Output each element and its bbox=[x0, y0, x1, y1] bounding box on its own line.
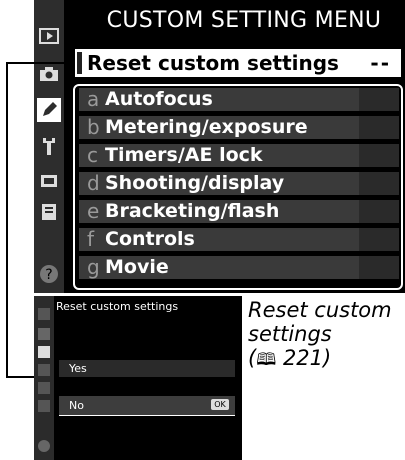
pencil-icon bbox=[38, 346, 50, 358]
help-icon[interactable]: ? bbox=[37, 262, 61, 286]
menu-item-letter: b bbox=[87, 115, 100, 139]
menu-item-metering-exposure[interactable]: b Metering/exposure bbox=[79, 116, 399, 139]
no-option[interactable]: No OK bbox=[59, 396, 235, 416]
reset-confirmation-thumbnail: Reset custom settings Yes No OK bbox=[34, 296, 242, 460]
menu-item-label: Bracketing/flash bbox=[105, 200, 280, 222]
menu-item-value-area bbox=[359, 228, 399, 251]
yes-option[interactable]: Yes bbox=[59, 360, 235, 377]
page-reference-number: 221 bbox=[282, 346, 324, 370]
menu-item-label: Controls bbox=[105, 228, 195, 250]
my-menu-icon[interactable] bbox=[37, 200, 61, 224]
thumbnail-sidebar bbox=[34, 296, 54, 460]
menu-sidebar: ? bbox=[34, 0, 64, 293]
retouch-icon bbox=[38, 382, 50, 394]
custom-settings-group: a Autofocus b Metering/exposure c Timers… bbox=[73, 84, 403, 290]
menu-item-value-area bbox=[359, 144, 399, 167]
ok-icon: OK bbox=[211, 399, 229, 410]
yes-label: Yes bbox=[69, 362, 87, 375]
connector-line bbox=[6, 376, 36, 378]
book-icon: 🕮 bbox=[256, 350, 277, 370]
menu-item-letter: d bbox=[87, 171, 100, 195]
menu-item-label: Metering/exposure bbox=[105, 116, 308, 138]
menu-item-label: Autofocus bbox=[105, 88, 213, 110]
caption: Reset custom settings (🕮 221) bbox=[248, 298, 398, 372]
playback-icon[interactable] bbox=[37, 24, 61, 48]
custom-setting-menu-screen: ? CUSTOM SETTING MENU Reset custom setti… bbox=[34, 0, 405, 293]
menu-item-letter: a bbox=[87, 87, 100, 111]
menu-item-letter: g bbox=[87, 255, 100, 279]
playback-icon bbox=[38, 308, 50, 320]
reset-custom-settings-label: Reset custom settings bbox=[87, 51, 339, 75]
menu-item-value-area bbox=[359, 256, 399, 279]
menu-title: CUSTOM SETTING MENU bbox=[106, 8, 382, 33]
connector-line bbox=[6, 62, 8, 378]
reset-custom-settings-row[interactable]: Reset custom settings -- bbox=[72, 46, 404, 80]
retouch-icon[interactable] bbox=[37, 168, 61, 192]
connector-line bbox=[6, 62, 72, 64]
caption-line: Reset custom bbox=[248, 298, 392, 322]
menu-item-value-area bbox=[359, 172, 399, 195]
svg-text:?: ? bbox=[45, 267, 52, 283]
menu-item-label: Movie bbox=[105, 256, 169, 278]
help-icon bbox=[38, 440, 50, 452]
reset-value: -- bbox=[370, 51, 391, 75]
menu-item-label: Shooting/display bbox=[105, 172, 285, 194]
menu-item-value-area bbox=[359, 88, 399, 111]
page-reference: (🕮 221) bbox=[248, 346, 332, 370]
menu-item-letter: f bbox=[87, 227, 95, 251]
selection-marker bbox=[77, 52, 82, 74]
caption-line: settings bbox=[248, 322, 332, 346]
my-menu-icon bbox=[38, 400, 50, 412]
menu-item-value-area bbox=[359, 116, 399, 139]
menu-item-controls[interactable]: f Controls bbox=[79, 228, 399, 251]
camera-icon[interactable] bbox=[37, 62, 61, 86]
menu-item-shooting-display[interactable]: d Shooting/display bbox=[79, 172, 399, 195]
menu-item-letter: e bbox=[87, 199, 100, 223]
pencil-icon[interactable] bbox=[37, 98, 61, 122]
camera-icon bbox=[38, 328, 50, 340]
no-label: No bbox=[69, 399, 84, 412]
wrench-icon bbox=[38, 364, 50, 376]
wrench-icon[interactable] bbox=[37, 134, 61, 158]
menu-item-timers-ae-lock[interactable]: c Timers/AE lock bbox=[79, 144, 399, 167]
menu-item-autofocus[interactable]: a Autofocus bbox=[79, 88, 399, 111]
menu-item-bracketing-flash[interactable]: e Bracketing/flash bbox=[79, 200, 399, 223]
menu-item-letter: c bbox=[87, 143, 98, 167]
menu-item-value-area bbox=[359, 200, 399, 223]
thumbnail-title: Reset custom settings bbox=[56, 300, 179, 313]
menu-item-label: Timers/AE lock bbox=[105, 144, 263, 166]
menu-item-movie[interactable]: g Movie bbox=[79, 256, 399, 279]
